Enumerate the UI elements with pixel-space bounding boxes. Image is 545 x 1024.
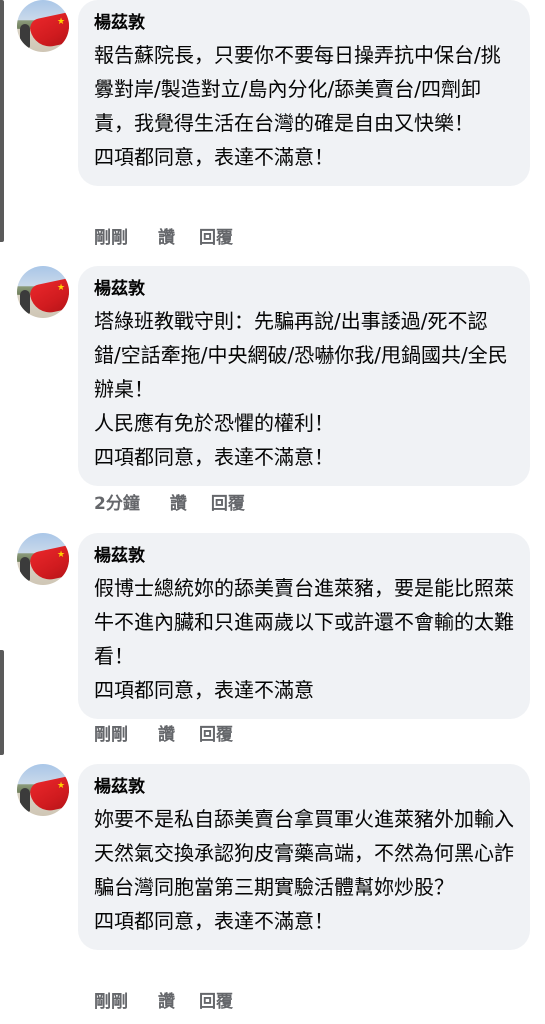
comment-bubble: 楊茲敦 假博士總統妳的舔美賣台進萊豬，要是能比照萊牛不進內臟和只進兩歲以下或許還… xyxy=(78,533,530,719)
reply-button[interactable]: 回覆 xyxy=(211,492,245,516)
comment-timestamp[interactable]: 2分鐘 xyxy=(94,492,140,516)
comment-timestamp[interactable]: 剛剛 xyxy=(94,990,128,1014)
comment-actions: 剛剛 讚 回覆 xyxy=(94,990,233,1014)
comment-bubble: 楊茲敦 塔綠班教戰守則：先騙再說/出事諉過/死不認錯/空話牽拖/中央網破/恐嚇你… xyxy=(78,266,530,486)
avatar-person-shape xyxy=(20,24,30,48)
avatar[interactable]: ★ xyxy=(17,533,69,585)
comment-text: 假博士總統妳的舔美賣台進萊豬，要是能比照萊牛不進內臟和只進兩歲以下或許還不會輸的… xyxy=(94,576,514,702)
comment-timestamp[interactable]: 剛剛 xyxy=(94,226,128,250)
comment-text: 妳要不是私自舔美賣台拿買軍火進萊豬外加輸入天然氣交換承認狗皮膏藥高端，不然為何黑… xyxy=(94,807,514,933)
comment-bubble: 楊茲敦 妳要不是私自舔美賣台拿買軍火進萊豬外加輸入天然氣交換承認狗皮膏藥高端，不… xyxy=(78,764,530,950)
comment-timestamp[interactable]: 剛剛 xyxy=(94,723,128,747)
comment-bubble: 楊茲敦 報告蘇院長，只要你不要每日操弄抗中保台/挑釁對岸/製造對立/島內分化/舔… xyxy=(78,0,530,186)
avatar-person-shape xyxy=(20,788,30,812)
comment-author[interactable]: 楊茲敦 xyxy=(94,11,514,35)
star-icon: ★ xyxy=(57,17,66,27)
star-icon: ★ xyxy=(57,781,66,791)
like-button[interactable]: 讚 xyxy=(158,226,175,250)
star-icon: ★ xyxy=(57,283,66,293)
avatar[interactable]: ★ xyxy=(17,0,69,52)
avatar-person-shape xyxy=(20,557,30,581)
like-button[interactable]: 讚 xyxy=(158,723,175,747)
comment-actions: 剛剛 讚 回覆 xyxy=(94,723,233,747)
star-icon: ★ xyxy=(57,550,66,560)
comment-author[interactable]: 楊茲敦 xyxy=(94,775,514,799)
comment-author[interactable]: 楊茲敦 xyxy=(94,544,514,568)
reply-button[interactable]: 回覆 xyxy=(199,226,233,250)
avatar-person-shape xyxy=(20,290,30,314)
scroll-indicator xyxy=(0,650,4,755)
like-button[interactable]: 讚 xyxy=(170,492,187,516)
comment-text: 塔綠班教戰守則：先騙再說/出事諉過/死不認錯/空話牽拖/中央網破/恐嚇你我/甩鍋… xyxy=(94,309,508,469)
comment-feed: ★ 楊茲敦 報告蘇院長，只要你不要每日操弄抗中保台/挑釁對岸/製造對立/島內分化… xyxy=(0,0,545,1024)
reply-button[interactable]: 回覆 xyxy=(199,990,233,1014)
comment-author[interactable]: 楊茲敦 xyxy=(94,277,514,301)
comment-actions: 2分鐘 讚 回覆 xyxy=(94,492,245,516)
avatar[interactable]: ★ xyxy=(17,266,69,318)
scroll-indicator xyxy=(0,0,4,242)
like-button[interactable]: 讚 xyxy=(158,990,175,1014)
comment-text: 報告蘇院長，只要你不要每日操弄抗中保台/挑釁對岸/製造對立/島內分化/舔美賣台/… xyxy=(94,43,501,169)
reply-button[interactable]: 回覆 xyxy=(199,723,233,747)
comment-actions: 剛剛 讚 回覆 xyxy=(94,226,233,250)
avatar[interactable]: ★ xyxy=(17,764,69,816)
